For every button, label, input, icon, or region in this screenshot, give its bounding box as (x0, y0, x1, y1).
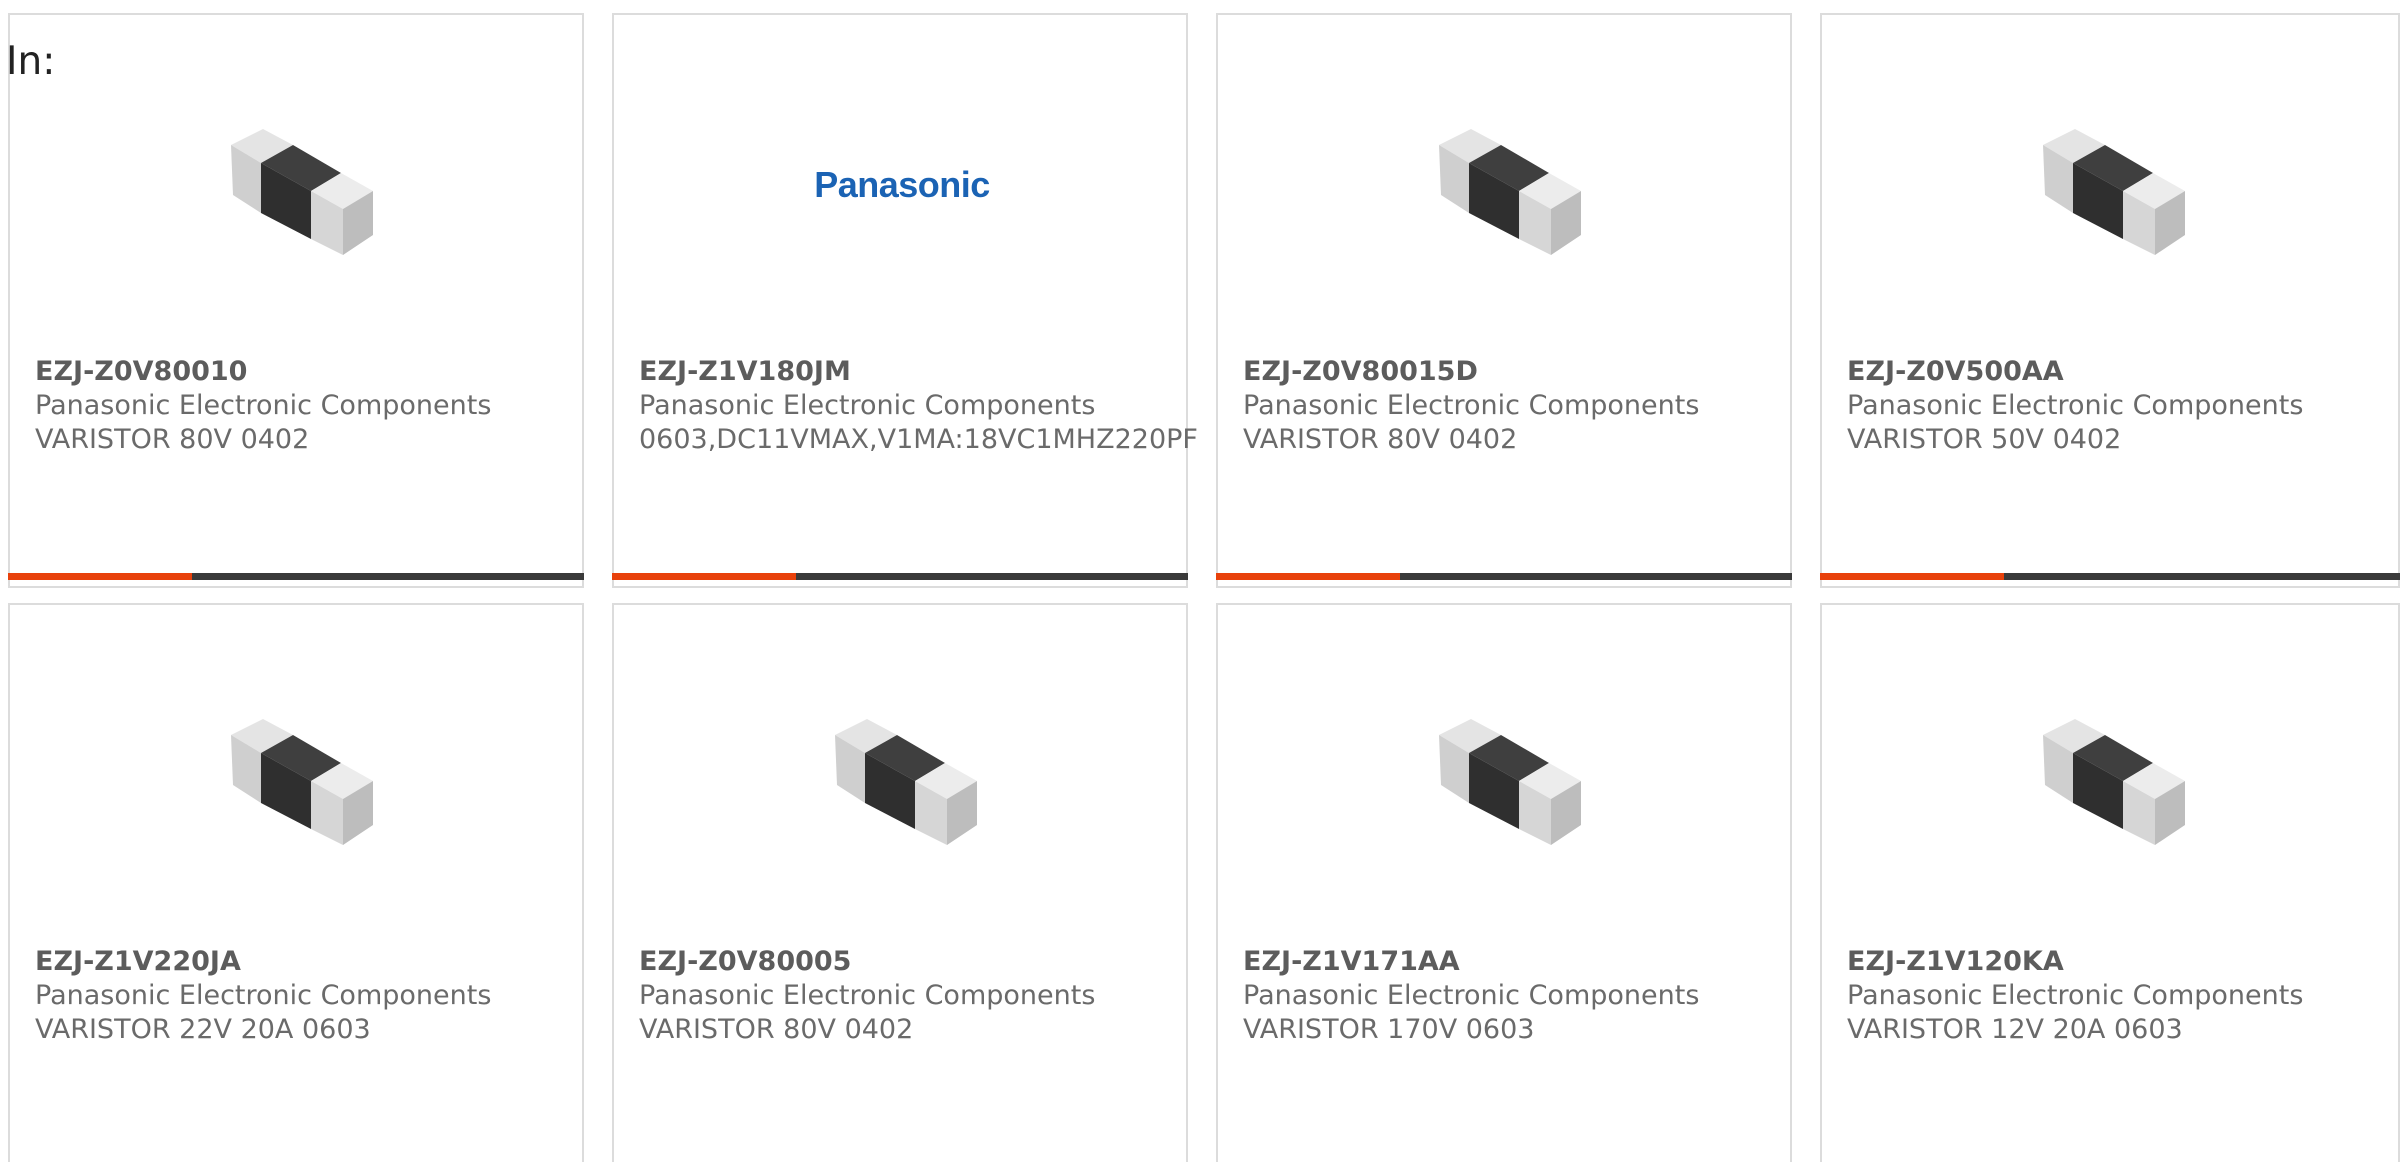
manufacturer: Panasonic Electronic Components (1243, 980, 1700, 1011)
product-image[interactable] (2010, 85, 2210, 285)
manufacturer: Panasonic Electronic Components (1847, 390, 2304, 421)
product-card[interactable]: EZJ-Z0V80015D Panasonic Electronic Compo… (1216, 13, 1792, 588)
chip-component-icon (1421, 115, 1591, 255)
product-image[interactable] (1406, 85, 1606, 285)
card-footer-bar (1216, 573, 1792, 580)
description: 0603,DC11VMAX,V1MA:18VC1MHZ220PF (639, 424, 1198, 455)
manufacturer: Panasonic Electronic Components (1243, 390, 1700, 421)
chip-component-icon (213, 115, 383, 255)
part-number[interactable]: EZJ-Z0V80010 (35, 355, 575, 389)
part-number[interactable]: EZJ-Z1V120KA (1847, 945, 2387, 979)
chip-component-icon (2025, 115, 2195, 255)
description: VARISTOR 80V 0402 (35, 424, 310, 455)
card-footer-accent (1216, 573, 1400, 580)
part-number[interactable]: EZJ-Z1V220JA (35, 945, 575, 979)
part-number[interactable]: EZJ-Z1V180JM (639, 355, 1179, 389)
card-footer-bar (612, 573, 1188, 580)
part-number[interactable]: EZJ-Z0V80005 (639, 945, 1179, 979)
product-image[interactable] (802, 675, 1002, 875)
chip-component-icon (213, 705, 383, 845)
product-image[interactable]: Panasonic (802, 85, 1002, 285)
description: VARISTOR 170V 0603 (1243, 1014, 1535, 1045)
description: VARISTOR 50V 0402 (1847, 424, 2122, 455)
card-footer-bar (8, 573, 584, 580)
filter-in-label: In: (6, 39, 56, 84)
description: VARISTOR 80V 0402 (639, 1014, 914, 1045)
product-image[interactable] (1406, 675, 1606, 875)
product-image[interactable] (2010, 675, 2210, 875)
manufacturer: Panasonic Electronic Components (1847, 980, 2304, 1011)
product-card[interactable]: EZJ-Z1V171AA Panasonic Electronic Compon… (1216, 603, 1792, 1162)
card-footer-accent (8, 573, 192, 580)
product-card[interactable]: EZJ-Z0V500AA Panasonic Electronic Compon… (1820, 13, 2400, 588)
chip-component-icon (817, 705, 987, 845)
card-footer-accent (612, 573, 796, 580)
product-card[interactable]: EZJ-Z0V80005 Panasonic Electronic Compon… (612, 603, 1188, 1162)
product-card[interactable]: EZJ-Z1V220JA Panasonic Electronic Compon… (8, 603, 584, 1162)
panasonic-logo: Panasonic (814, 164, 990, 205)
product-card[interactable]: EZJ-Z1V120KA Panasonic Electronic Compon… (1820, 603, 2400, 1162)
manufacturer: Panasonic Electronic Components (35, 980, 492, 1011)
part-number[interactable]: EZJ-Z0V500AA (1847, 355, 2387, 389)
card-footer-accent (1820, 573, 2004, 580)
chip-component-icon (2025, 705, 2195, 845)
description: VARISTOR 80V 0402 (1243, 424, 1518, 455)
part-number[interactable]: EZJ-Z1V171AA (1243, 945, 1783, 979)
manufacturer: Panasonic Electronic Components (35, 390, 492, 421)
product-image[interactable] (198, 675, 398, 875)
product-card[interactable]: Panasonic EZJ-Z1V180JM Panasonic Electro… (612, 13, 1198, 588)
product-image[interactable] (198, 85, 398, 285)
manufacturer: Panasonic Electronic Components (639, 980, 1096, 1011)
description: VARISTOR 12V 20A 0603 (1847, 1014, 2183, 1045)
product-grid: In: EZJ-Z0V80010 Panasonic Electronic Co… (0, 0, 2400, 1162)
product-card[interactable]: EZJ-Z0V80010 Panasonic Electronic Compon… (8, 13, 584, 588)
card-footer-bar (1820, 573, 2400, 580)
chip-component-icon (1421, 705, 1591, 845)
manufacturer: Panasonic Electronic Components (639, 390, 1096, 421)
part-number[interactable]: EZJ-Z0V80015D (1243, 355, 1783, 389)
description: VARISTOR 22V 20A 0603 (35, 1014, 371, 1045)
